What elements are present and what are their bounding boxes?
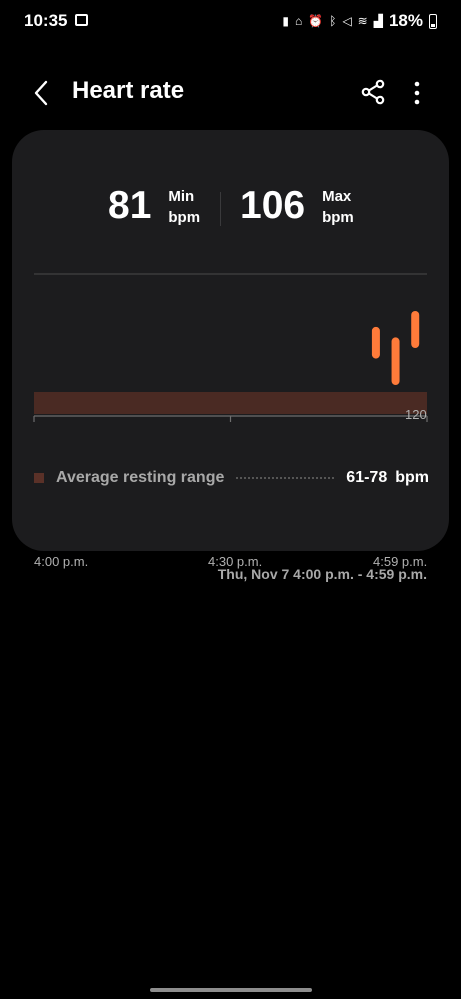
min-value: 81 (108, 184, 152, 227)
image-icon (75, 14, 88, 26)
resting-range-legend: Average resting range 61-78 bpm (34, 466, 429, 490)
date-range: Thu, Nov 7 4:00 p.m. - 4:59 p.m. (217, 566, 427, 582)
max-label-line2: bpm (322, 209, 354, 226)
legend-range: 61-78 (346, 469, 388, 486)
battery-percent: 18% (388, 11, 423, 30)
min-label: Min bpm (168, 186, 200, 228)
max-stat: 106 Max bpm (240, 186, 354, 228)
battery-saver-icon: ▮ (282, 14, 290, 28)
max-value: 106 (240, 184, 306, 227)
legend-leader-dots (236, 477, 335, 479)
x-tick-label-0: 4:00 p.m. (34, 554, 89, 569)
heart-rate-chart[interactable]: 120 4:00 p.m. 4:30 p.m. 4:59 p.m. (12, 260, 449, 569)
wifi-icon: ≋ (357, 14, 368, 28)
share-icon[interactable] (360, 79, 386, 105)
status-bar: 10:35 ▮ ⌂ ⏰ ᛒ ◁ ≋ ▟ 18% (0, 0, 461, 42)
y-max-label: 120 (405, 407, 427, 422)
legend-unit: bpm (395, 469, 429, 486)
resting-range-band (34, 392, 427, 414)
min-label-line1: Min (168, 188, 195, 205)
page-title: Heart rate (72, 77, 185, 104)
battery-icon (429, 13, 437, 29)
home-indicator[interactable] (150, 988, 312, 992)
stat-divider (220, 192, 221, 226)
sleep-icon: ⌂ (295, 14, 303, 28)
bluetooth-icon: ᛒ (329, 14, 337, 28)
legend-label: Average resting range (56, 469, 225, 486)
app-header: Heart rate (0, 70, 461, 116)
min-stat: 81 Min bpm (108, 186, 200, 228)
status-time: 10:35 (24, 11, 68, 30)
signal-icon: ▟ (373, 14, 383, 28)
back-chevron-icon[interactable] (28, 78, 58, 108)
max-label: Max bpm (322, 186, 354, 228)
legend-swatch (34, 473, 44, 483)
chart-svg (33, 273, 428, 422)
mute-icon: ◁ (342, 14, 352, 28)
alarm-icon: ⏰ (308, 14, 324, 28)
min-label-line2: bpm (168, 209, 201, 226)
max-label-line1: Max (322, 188, 352, 205)
more-vertical-icon[interactable] (405, 78, 429, 108)
status-icons: ▮ ⌂ ⏰ ᛒ ◁ ≋ ▟ 18% (282, 11, 437, 31)
heart-rate-card: 81 Min bpm 106 Max bpm 120 4:00 p.m. 4:3… (12, 130, 449, 569)
